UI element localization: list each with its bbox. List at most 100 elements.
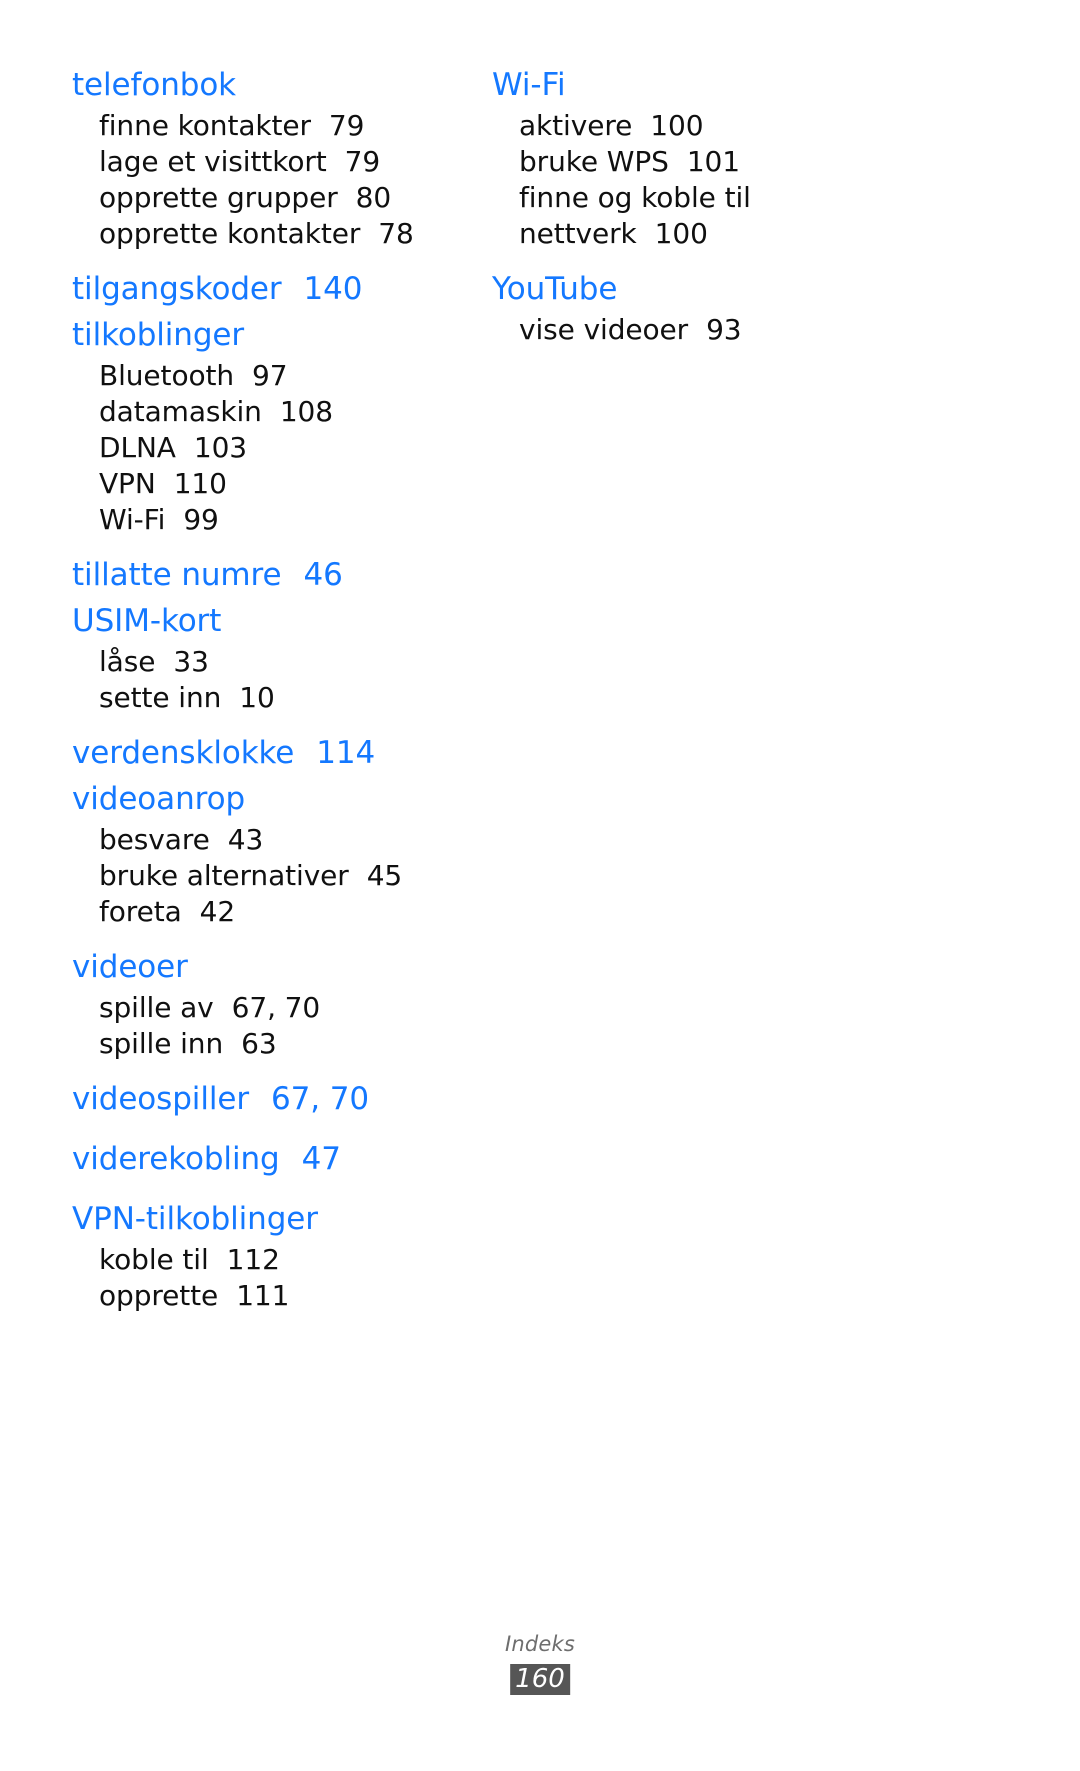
index-subentry-page: 67, 70 [231, 991, 321, 1024]
index-subentry-label: aktivere [519, 109, 633, 142]
index-heading-label: videospiller [72, 1081, 249, 1117]
index-subentry[interactable]: finne kontakter 79 [72, 108, 492, 144]
index-subentry-page: 101 [686, 145, 740, 178]
index-subentry-page: 111 [236, 1279, 290, 1312]
index-subentry-label: vise videoer [519, 313, 689, 346]
index-heading-label: tillatte numre [72, 557, 282, 593]
index-subentry-page: 45 [366, 859, 403, 892]
index-subentry[interactable]: koble til 112 [72, 1242, 492, 1278]
index-subentry-label: spille inn [99, 1027, 224, 1060]
index-subentry-page: 43 [227, 823, 264, 856]
index-subentry[interactable]: spille av 67, 70 [72, 990, 492, 1026]
index-subentry-label: lage et visittkort [99, 145, 327, 178]
index-subentry[interactable]: aktivere 100 [492, 108, 912, 144]
index-subentry-page: 100 [654, 217, 708, 250]
index-heading[interactable]: USIM-kort [72, 598, 492, 644]
index-subentry-page: 93 [706, 313, 742, 346]
index-subentry-label: finne og koble til nettverk [519, 181, 751, 250]
index-heading[interactable]: tilkoblinger [72, 312, 492, 358]
page-footer: Indeks 160 [0, 1631, 1080, 1771]
index-subentry-label: spille av [99, 991, 214, 1024]
index-heading-page: 46 [303, 557, 343, 593]
index-subentry[interactable]: lage et visittkort 79 [72, 144, 492, 180]
index-group-verdensklokke: verdensklokke 114 [72, 730, 492, 776]
index-group-tillatte-numre: tillatte numre 46 [72, 552, 492, 598]
index-group-wifi: Wi-Fi aktivere 100 bruke WPS 101 finne og … [492, 62, 912, 252]
index-subentry[interactable]: sette inn 10 [72, 680, 492, 716]
index-heading-label: YouTube [492, 271, 618, 307]
index-group-videospiller: videospiller 67, 70 [72, 1076, 492, 1122]
index-heading[interactable]: Wi-Fi [492, 62, 912, 108]
index-subentry-page: 63 [241, 1027, 277, 1060]
index-subentry-label: opprette [99, 1279, 219, 1312]
index-subentry[interactable]: besvare 43 [72, 822, 492, 858]
index-heading-label: tilkoblinger [72, 317, 245, 353]
index-subentry[interactable]: Wi-Fi 99 [72, 502, 492, 538]
index-group-viderekobling: viderekobling 47 [72, 1136, 492, 1182]
index-subentry[interactable]: VPN 110 [72, 466, 492, 502]
index-subentry-label: låse [99, 645, 156, 678]
index-heading[interactable]: VPN-tilkoblinger [72, 1196, 492, 1242]
index-subentry-label: opprette grupper [99, 181, 338, 214]
index-subentry-page: 10 [239, 681, 275, 714]
footer-section-label: Indeks [504, 1632, 576, 1656]
index-heading[interactable]: YouTube [492, 266, 912, 312]
index-columns: telefonbok finne kontakter 79 lage et vis… [72, 62, 1012, 1314]
index-subentry[interactable]: DLNA 103 [72, 430, 492, 466]
index-heading[interactable]: verdensklokke 114 [72, 730, 492, 776]
index-group-tilkoblinger: tilkoblinger Bluetooth 97 datamaskin 108 D… [72, 312, 492, 538]
index-heading-label: VPN-tilkoblinger [72, 1201, 318, 1237]
index-subentry-label: finne kontakter [99, 109, 311, 142]
index-subentry-page: 79 [344, 145, 381, 178]
index-subentry-page: 112 [226, 1243, 280, 1276]
index-subentry[interactable]: datamaskin 108 [72, 394, 492, 430]
index-subentry-page: 110 [173, 467, 227, 500]
index-column-left: telefonbok finne kontakter 79 lage et vis… [72, 62, 492, 1314]
index-subentry[interactable]: spille inn 63 [72, 1026, 492, 1062]
index-subentry-page: 42 [199, 895, 236, 928]
index-heading[interactable]: videoer [72, 944, 492, 990]
index-subentry[interactable]: opprette 111 [72, 1278, 492, 1314]
index-subentry[interactable]: vise videoer 93 [492, 312, 912, 348]
index-heading-page: 140 [303, 271, 363, 307]
index-subentry-label: DLNA [99, 431, 176, 464]
index-heading[interactable]: videoanrop [72, 776, 492, 822]
index-subentry-label: opprette kontakter [99, 217, 361, 250]
index-subentry[interactable]: Bluetooth 97 [72, 358, 492, 394]
index-subentry[interactable]: opprette kontakter 78 [72, 216, 492, 252]
index-subentry-page: 79 [328, 109, 365, 142]
index-subentry[interactable]: bruke WPS 101 [492, 144, 912, 180]
index-subentry[interactable]: opprette grupper 80 [72, 180, 492, 216]
index-heading-label: tilgangskoder [72, 271, 282, 307]
index-subentry-page: 78 [378, 217, 414, 250]
index-heading[interactable]: tillatte numre 46 [72, 552, 492, 598]
index-group-vpn-tilkoblinger: VPN-tilkoblinger koble til 112 opprette 11… [72, 1196, 492, 1314]
index-heading[interactable]: viderekobling 47 [72, 1136, 492, 1182]
index-heading-label: videoer [72, 949, 188, 985]
index-heading-label: telefonbok [72, 67, 237, 103]
index-heading[interactable]: tilgangskoder 140 [72, 266, 492, 312]
index-heading-label: viderekobling [72, 1141, 280, 1177]
index-subentry-page: 33 [173, 645, 209, 678]
index-subentry[interactable]: foreta 42 [72, 894, 492, 930]
index-group-videoer: videoer spille av 67, 70 spille inn 63 [72, 944, 492, 1062]
index-heading-label: USIM-kort [72, 603, 222, 639]
index-subentry-page: 97 [252, 359, 288, 392]
index-heading-label: Wi-Fi [492, 67, 566, 103]
index-subentry-label: besvare [99, 823, 210, 856]
index-heading-page: 67, 70 [270, 1081, 369, 1117]
index-group-telefonbok: telefonbok finne kontakter 79 lage et vis… [72, 62, 492, 252]
index-heading[interactable]: telefonbok [72, 62, 492, 108]
index-heading-page: 47 [301, 1141, 341, 1177]
index-subentry[interactable]: bruke alternativer 45 [72, 858, 492, 894]
index-heading-label: videoanrop [72, 781, 246, 817]
index-heading-page: 114 [316, 735, 376, 771]
index-subentry-page: 80 [355, 181, 392, 214]
index-subentry-label: sette inn [99, 681, 222, 714]
index-subentry[interactable]: finne og koble til nettverk 100 [492, 180, 849, 252]
index-subentry[interactable]: låse 33 [72, 644, 492, 680]
index-heading[interactable]: videospiller 67, 70 [72, 1076, 492, 1122]
index-subentry-page: 100 [650, 109, 704, 142]
index-group-usim-kort: USIM-kort låse 33 sette inn 10 [72, 598, 492, 716]
page-number-badge: 160 [510, 1664, 570, 1695]
